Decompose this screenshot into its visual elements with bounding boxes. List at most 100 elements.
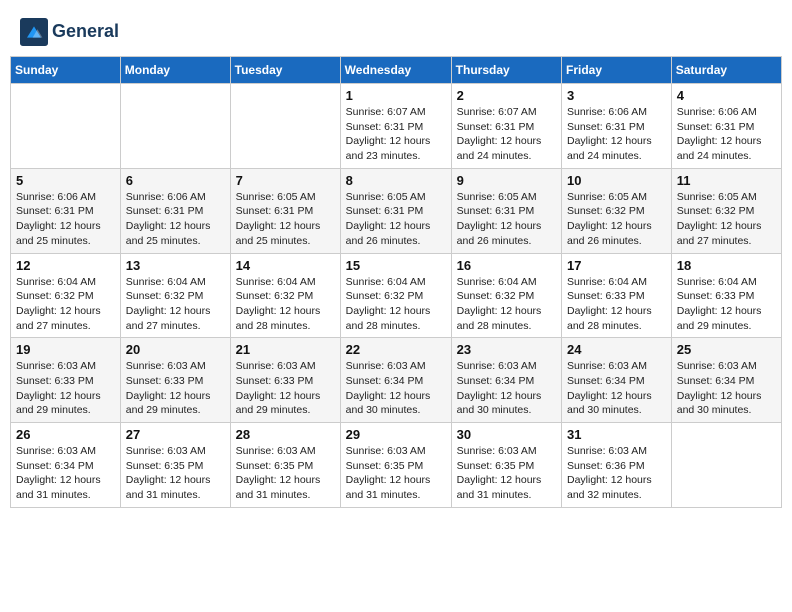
day-detail: Sunrise: 6:03 AMSunset: 6:34 PMDaylight:… <box>457 359 556 418</box>
calendar-cell: 24 Sunrise: 6:03 AMSunset: 6:34 PMDayligh… <box>562 338 672 423</box>
day-number: 11 <box>677 173 776 188</box>
day-detail: Sunrise: 6:03 AMSunset: 6:34 PMDaylight:… <box>677 359 776 418</box>
calendar-cell: 27 Sunrise: 6:03 AMSunset: 6:35 PMDayligh… <box>120 423 230 508</box>
calendar-header-friday: Friday <box>562 57 672 84</box>
day-number: 3 <box>567 88 666 103</box>
calendar-cell: 25 Sunrise: 6:03 AMSunset: 6:34 PMDayligh… <box>671 338 781 423</box>
day-detail: Sunrise: 6:04 AMSunset: 6:32 PMDaylight:… <box>16 275 115 334</box>
day-detail: Sunrise: 6:05 AMSunset: 6:31 PMDaylight:… <box>236 190 335 249</box>
day-number: 15 <box>346 258 446 273</box>
day-detail: Sunrise: 6:06 AMSunset: 6:31 PMDaylight:… <box>677 105 776 164</box>
day-number: 13 <box>126 258 225 273</box>
day-number: 19 <box>16 342 115 357</box>
calendar-cell: 16Sunrise: 6:04 AMSunset: 6:32 PMDayligh… <box>451 253 561 338</box>
day-detail: Sunrise: 6:05 AMSunset: 6:32 PMDaylight:… <box>567 190 666 249</box>
calendar-header-thursday: Thursday <box>451 57 561 84</box>
calendar-cell <box>230 84 340 169</box>
day-number: 18 <box>677 258 776 273</box>
day-detail: Sunrise: 6:07 AMSunset: 6:31 PMDaylight:… <box>457 105 556 164</box>
day-number: 17 <box>567 258 666 273</box>
day-number: 26 <box>16 427 115 442</box>
day-number: 25 <box>677 342 776 357</box>
calendar-week-row: 12 Sunrise: 6:04 AMSunset: 6:32 PMDayligh… <box>11 253 782 338</box>
day-number: 7 <box>236 173 335 188</box>
calendar-cell <box>11 84 121 169</box>
day-number: 31 <box>567 427 666 442</box>
calendar-cell: 28 Sunrise: 6:03 AMSunset: 6:35 PMDayligh… <box>230 423 340 508</box>
logo-icon <box>20 18 48 46</box>
day-number: 21 <box>236 342 335 357</box>
calendar-week-row: 5 Sunrise: 6:06 AMSunset: 6:31 PMDaylight… <box>11 168 782 253</box>
day-detail: Sunrise: 6:03 AMSunset: 6:33 PMDaylight:… <box>16 359 115 418</box>
calendar-header-wednesday: Wednesday <box>340 57 451 84</box>
day-number: 1 <box>346 88 446 103</box>
day-detail: Sunrise: 6:04 AMSunset: 6:33 PMDaylight:… <box>567 275 666 334</box>
day-detail: Sunrise: 6:03 AMSunset: 6:33 PMDaylight:… <box>126 359 225 418</box>
calendar-cell: 12 Sunrise: 6:04 AMSunset: 6:32 PMDayligh… <box>11 253 121 338</box>
day-number: 30 <box>457 427 556 442</box>
day-number: 2 <box>457 88 556 103</box>
calendar-cell: 22 Sunrise: 6:03 AMSunset: 6:34 PMDayligh… <box>340 338 451 423</box>
calendar-cell: 14Sunrise: 6:04 AMSunset: 6:32 PMDayligh… <box>230 253 340 338</box>
day-number: 9 <box>457 173 556 188</box>
day-detail: Sunrise: 6:03 AMSunset: 6:33 PMDaylight:… <box>236 359 335 418</box>
day-detail: Sunrise: 6:03 AMSunset: 6:35 PMDaylight:… <box>126 444 225 503</box>
day-detail: Sunrise: 6:04 AMSunset: 6:32 PMDaylight:… <box>346 275 446 334</box>
calendar-cell: 11 Sunrise: 6:05 AMSunset: 6:32 PMDayligh… <box>671 168 781 253</box>
calendar-cell: 4 Sunrise: 6:06 AMSunset: 6:31 PMDaylight… <box>671 84 781 169</box>
calendar-cell <box>120 84 230 169</box>
day-detail: Sunrise: 6:03 AMSunset: 6:34 PMDaylight:… <box>346 359 446 418</box>
calendar-header-monday: Monday <box>120 57 230 84</box>
calendar-cell: 20 Sunrise: 6:03 AMSunset: 6:33 PMDayligh… <box>120 338 230 423</box>
day-detail: Sunrise: 6:04 AMSunset: 6:32 PMDaylight:… <box>126 275 225 334</box>
calendar-cell: 17 Sunrise: 6:04 AMSunset: 6:33 PMDayligh… <box>562 253 672 338</box>
day-detail: Sunrise: 6:03 AMSunset: 6:34 PMDaylight:… <box>16 444 115 503</box>
calendar-header-tuesday: Tuesday <box>230 57 340 84</box>
calendar-cell: 26 Sunrise: 6:03 AMSunset: 6:34 PMDayligh… <box>11 423 121 508</box>
day-detail: Sunrise: 6:04 AMSunset: 6:33 PMDaylight:… <box>677 275 776 334</box>
calendar-cell: 29Sunrise: 6:03 AMSunset: 6:35 PMDayligh… <box>340 423 451 508</box>
day-detail: Sunrise: 6:06 AMSunset: 6:31 PMDaylight:… <box>567 105 666 164</box>
calendar-cell: 13 Sunrise: 6:04 AMSunset: 6:32 PMDayligh… <box>120 253 230 338</box>
calendar-cell: 23 Sunrise: 6:03 AMSunset: 6:34 PMDayligh… <box>451 338 561 423</box>
logo-text: General <box>52 22 119 42</box>
calendar-cell: 6 Sunrise: 6:06 AMSunset: 6:31 PMDaylight… <box>120 168 230 253</box>
day-number: 8 <box>346 173 446 188</box>
calendar-header-sunday: Sunday <box>11 57 121 84</box>
day-detail: Sunrise: 6:05 AMSunset: 6:31 PMDaylight:… <box>457 190 556 249</box>
calendar-header-saturday: Saturday <box>671 57 781 84</box>
day-detail: Sunrise: 6:03 AMSunset: 6:36 PMDaylight:… <box>567 444 666 503</box>
day-number: 16 <box>457 258 556 273</box>
day-number: 28 <box>236 427 335 442</box>
calendar-header-row: SundayMondayTuesdayWednesdayThursdayFrid… <box>11 57 782 84</box>
day-number: 4 <box>677 88 776 103</box>
day-number: 6 <box>126 173 225 188</box>
day-number: 27 <box>126 427 225 442</box>
day-detail: Sunrise: 6:07 AMSunset: 6:31 PMDaylight:… <box>346 105 446 164</box>
day-detail: Sunrise: 6:04 AMSunset: 6:32 PMDaylight:… <box>236 275 335 334</box>
day-detail: Sunrise: 6:05 AMSunset: 6:31 PMDaylight:… <box>346 190 446 249</box>
day-number: 22 <box>346 342 446 357</box>
calendar-cell: 2 Sunrise: 6:07 AMSunset: 6:31 PMDaylight… <box>451 84 561 169</box>
day-number: 23 <box>457 342 556 357</box>
day-detail: Sunrise: 6:05 AMSunset: 6:32 PMDaylight:… <box>677 190 776 249</box>
day-number: 20 <box>126 342 225 357</box>
calendar-cell: 5 Sunrise: 6:06 AMSunset: 6:31 PMDaylight… <box>11 168 121 253</box>
day-detail: Sunrise: 6:06 AMSunset: 6:31 PMDaylight:… <box>126 190 225 249</box>
day-detail: Sunrise: 6:06 AMSunset: 6:31 PMDaylight:… <box>16 190 115 249</box>
calendar-cell: 15 Sunrise: 6:04 AMSunset: 6:32 PMDayligh… <box>340 253 451 338</box>
calendar-cell: 31 Sunrise: 6:03 AMSunset: 6:36 PMDayligh… <box>562 423 672 508</box>
calendar-week-row: 1 Sunrise: 6:07 AMSunset: 6:31 PMDaylight… <box>11 84 782 169</box>
calendar-cell: 19 Sunrise: 6:03 AMSunset: 6:33 PMDayligh… <box>11 338 121 423</box>
calendar-cell: 8 Sunrise: 6:05 AMSunset: 6:31 PMDaylight… <box>340 168 451 253</box>
logo: General <box>20 18 119 46</box>
day-number: 12 <box>16 258 115 273</box>
day-detail: Sunrise: 6:03 AMSunset: 6:34 PMDaylight:… <box>567 359 666 418</box>
day-detail: Sunrise: 6:03 AMSunset: 6:35 PMDaylight:… <box>236 444 335 503</box>
day-detail: Sunrise: 6:03 AMSunset: 6:35 PMDaylight:… <box>346 444 446 503</box>
day-number: 24 <box>567 342 666 357</box>
calendar-cell: 1 Sunrise: 6:07 AMSunset: 6:31 PMDaylight… <box>340 84 451 169</box>
calendar-cell: 21 Sunrise: 6:03 AMSunset: 6:33 PMDayligh… <box>230 338 340 423</box>
day-number: 5 <box>16 173 115 188</box>
calendar-cell: 10Sunrise: 6:05 AMSunset: 6:32 PMDayligh… <box>562 168 672 253</box>
